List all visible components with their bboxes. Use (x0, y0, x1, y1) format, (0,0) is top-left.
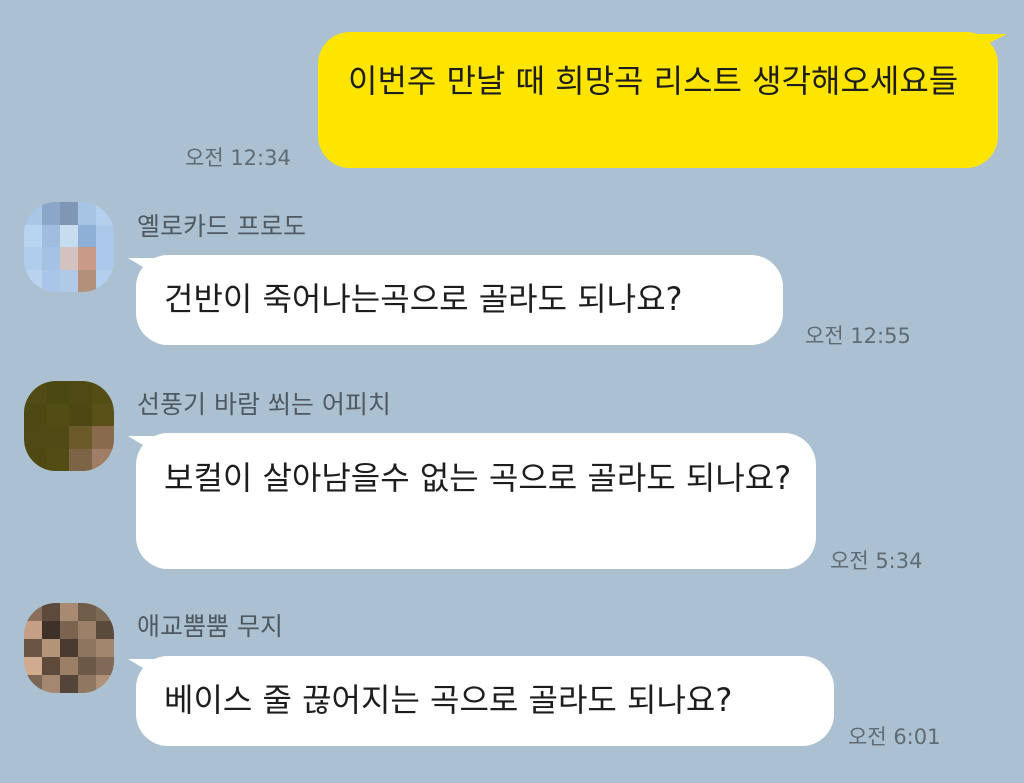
incoming-message-bubble[interactable]: 보컬이 살아남을수 없는 곡으로 골라도 되나요? (136, 433, 816, 569)
sender-avatar-muzi[interactable] (24, 603, 114, 693)
sender-name: 옐로카드 프로도 (137, 212, 306, 241)
sender-avatar-apeach[interactable] (24, 381, 114, 471)
sender-name: 애교뿜뿜 무지 (137, 612, 283, 641)
message-time: 오전 12:55 (805, 324, 911, 348)
message-time: 오전 6:01 (848, 725, 941, 749)
incoming-message-bubble[interactable]: 건반이 죽어나는곡으로 골라도 되나요? (136, 255, 783, 345)
sender-name: 선풍기 바람 쐬는 어피치 (137, 390, 391, 419)
message-time: 오전 5:34 (830, 549, 923, 573)
message-time: 오전 12:34 (185, 146, 291, 170)
sender-avatar-frodo[interactable] (24, 202, 114, 292)
outgoing-message-bubble[interactable]: 이번주 만날 때 희망곡 리스트 생각해오세요들 (318, 32, 998, 168)
incoming-message-bubble[interactable]: 베이스 줄 끊어지는 곡으로 골라도 되나요? (136, 656, 834, 746)
chat-log[interactable]: 이번주 만날 때 희망곡 리스트 생각해오세요들 오전 12:34 옐로카드 프… (0, 0, 1024, 783)
